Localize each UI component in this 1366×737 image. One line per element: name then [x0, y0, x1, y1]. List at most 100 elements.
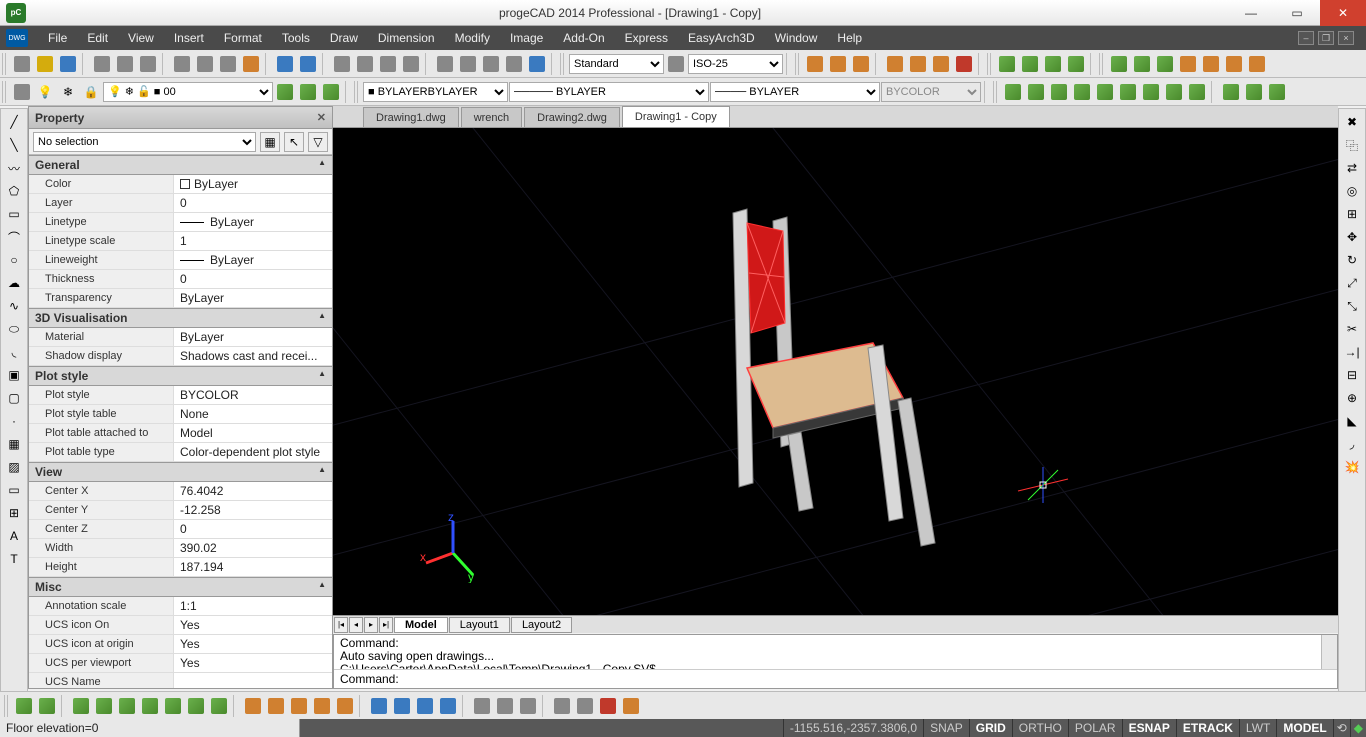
scale-button[interactable]: ⤢: [1341, 272, 1363, 294]
layout2-tab[interactable]: Layout2: [511, 617, 572, 633]
ea-btn-19[interactable]: [471, 695, 493, 717]
prop-row[interactable]: Center X76.4042: [29, 482, 332, 501]
ea-btn-2[interactable]: [36, 695, 58, 717]
solid4-button[interactable]: [1065, 53, 1087, 75]
view5-button[interactable]: [1094, 81, 1116, 103]
prop-value[interactable]: Model: [174, 424, 332, 442]
menu-easyarch3d[interactable]: EasyArch3D: [678, 26, 765, 50]
tab-first[interactable]: |◂: [334, 617, 348, 633]
prop-group-3d-visualisation[interactable]: 3D Visualisation: [29, 308, 332, 328]
app-menu-icon[interactable]: DWG: [6, 29, 28, 47]
polyline-button[interactable]: 〰: [3, 157, 25, 179]
ea-btn-8[interactable]: [185, 695, 207, 717]
preview-button[interactable]: [137, 53, 159, 75]
prop-row[interactable]: Layer0: [29, 194, 332, 213]
grab-handle[interactable]: [795, 53, 801, 75]
prop-quickselect-button[interactable]: ▽: [308, 132, 328, 152]
revcloud-button[interactable]: ☁: [3, 272, 25, 294]
ea-btn-24[interactable]: [597, 695, 619, 717]
render5-button[interactable]: [1200, 53, 1222, 75]
view4-button[interactable]: [1071, 81, 1093, 103]
layout1-tab[interactable]: Layout1: [449, 617, 510, 633]
matchprop-button[interactable]: [240, 53, 262, 75]
realtime-pan-button[interactable]: [331, 53, 353, 75]
view1-button[interactable]: [1002, 81, 1024, 103]
command-window[interactable]: Command: Auto saving open drawings... C:…: [333, 634, 1338, 689]
convert-button[interactable]: [91, 53, 113, 75]
menu-window[interactable]: Window: [765, 26, 828, 50]
menu-tools[interactable]: Tools: [272, 26, 320, 50]
undo-button[interactable]: [274, 53, 296, 75]
color-combo[interactable]: ■ BYLAYERBYLAYER: [363, 82, 508, 102]
prop-pickadd-button[interactable]: ▦: [260, 132, 280, 152]
solid3-button[interactable]: [1042, 53, 1064, 75]
text-button[interactable]: T: [3, 548, 25, 570]
layer-freeze-icon[interactable]: ❄: [57, 81, 79, 103]
status-snap[interactable]: SNAP: [923, 719, 969, 737]
menu-edit[interactable]: Edit: [77, 26, 118, 50]
doctab-0[interactable]: Drawing1.dwg: [363, 107, 459, 127]
ea-btn-13[interactable]: [311, 695, 333, 717]
table-button[interactable]: ⊞: [3, 502, 25, 524]
prop-value[interactable]: Yes: [174, 635, 332, 653]
realtime-zoom-button[interactable]: [354, 53, 376, 75]
status-polar[interactable]: POLAR: [1068, 719, 1122, 737]
prop-group-misc[interactable]: Misc: [29, 577, 332, 597]
ea-btn-12[interactable]: [288, 695, 310, 717]
prop-value[interactable]: BYCOLOR: [174, 386, 332, 404]
ea-btn-11[interactable]: [265, 695, 287, 717]
menu-view[interactable]: View: [118, 26, 164, 50]
ea-btn-21[interactable]: [517, 695, 539, 717]
command-scrollbar[interactable]: [1321, 635, 1337, 669]
break-button[interactable]: ⊟: [1341, 364, 1363, 386]
xline-button[interactable]: ╲: [3, 134, 25, 156]
menu-image[interactable]: Image: [500, 26, 553, 50]
mtext-button[interactable]: A: [3, 525, 25, 547]
doctab-3[interactable]: Drawing1 - Copy: [622, 106, 730, 127]
menu-express[interactable]: Express: [615, 26, 678, 50]
view6-button[interactable]: [1117, 81, 1139, 103]
chamfer-button[interactable]: ◣: [1341, 410, 1363, 432]
drawing-canvas[interactable]: x y z: [333, 128, 1338, 615]
prop-row[interactable]: UCS per viewportYes: [29, 654, 332, 673]
view7-button[interactable]: [1140, 81, 1162, 103]
script-button[interactable]: [457, 53, 479, 75]
explode-button[interactable]: 💥: [1341, 456, 1363, 478]
status-grid[interactable]: GRID: [969, 719, 1012, 737]
doctab-2[interactable]: Drawing2.dwg: [524, 107, 620, 127]
ea-btn-22[interactable]: [551, 695, 573, 717]
gradient-button[interactable]: ▨: [3, 456, 25, 478]
makeblock-button[interactable]: ▢: [3, 387, 25, 409]
prop-value[interactable]: 390.02: [174, 539, 332, 557]
render3-button[interactable]: [1154, 53, 1176, 75]
render1-button[interactable]: [1108, 53, 1130, 75]
tab-prev[interactable]: ◂: [349, 617, 363, 633]
copy-button[interactable]: [194, 53, 216, 75]
prop-row[interactable]: Annotation scale1:1: [29, 597, 332, 616]
prop-group-view[interactable]: View: [29, 462, 332, 482]
ea-btn-15[interactable]: [368, 695, 390, 717]
prop-value[interactable]: 1: [174, 232, 332, 250]
insertblock-button[interactable]: ▣: [3, 364, 25, 386]
prop-group-plot-style[interactable]: Plot style: [29, 366, 332, 386]
status-annoscale[interactable]: ⟲: [1333, 719, 1350, 737]
zoom-window-button[interactable]: [377, 53, 399, 75]
grab-handle[interactable]: [4, 695, 10, 717]
prop-row[interactable]: Plot styleBYCOLOR: [29, 386, 332, 405]
status-esnap[interactable]: ESNAP: [1122, 719, 1176, 737]
grab-handle[interactable]: [2, 81, 8, 103]
ea-btn-9[interactable]: [208, 695, 230, 717]
prop-row[interactable]: Linetype scale1: [29, 232, 332, 251]
esnap3-button[interactable]: [850, 53, 872, 75]
ea-btn-6[interactable]: [139, 695, 161, 717]
prop-value[interactable]: 0: [174, 194, 332, 212]
ea-btn-14[interactable]: [334, 695, 356, 717]
menu-modify[interactable]: Modify: [445, 26, 500, 50]
linetype-combo[interactable]: ───── BYLAYER: [509, 82, 709, 102]
prop-group-general[interactable]: General: [29, 155, 332, 175]
print-button[interactable]: [114, 53, 136, 75]
close-button[interactable]: ✕: [1320, 0, 1366, 26]
ea-btn-18[interactable]: [437, 695, 459, 717]
minimize-button[interactable]: —: [1228, 0, 1274, 26]
grab-handle[interactable]: [354, 81, 360, 103]
